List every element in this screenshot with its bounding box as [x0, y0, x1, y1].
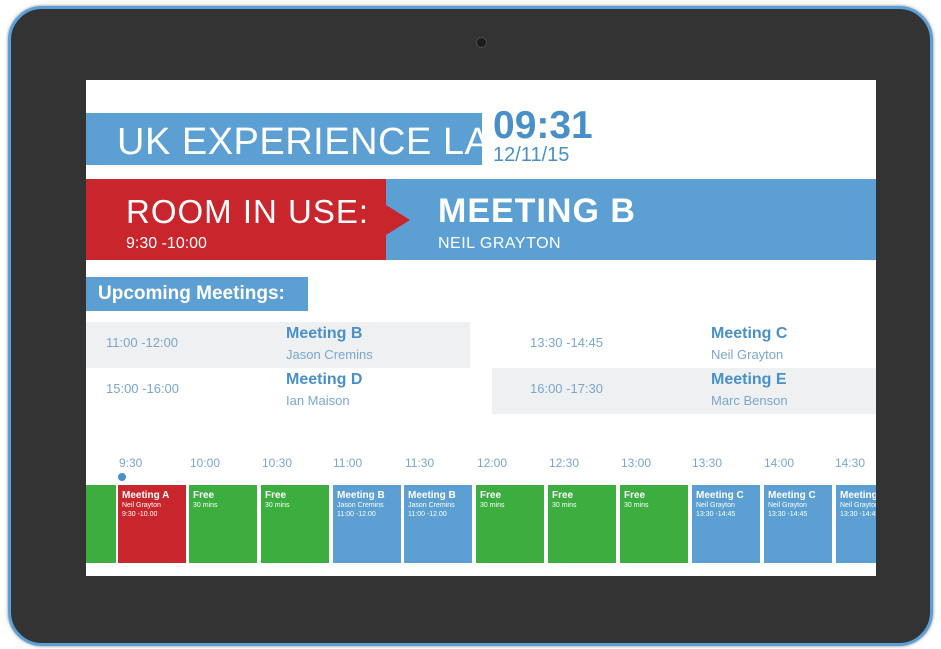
- timeline-block-time: 13:30 -14:45: [768, 511, 808, 518]
- timeline-block-host: Neil Grayton: [840, 502, 876, 509]
- timeline-block-free[interactable]: Free 30 mins: [187, 485, 257, 563]
- upcoming-meeting-time: 11:00 -12:00: [106, 335, 179, 350]
- timeline-block-booked[interactable]: Meeting C Neil Grayton 13:30 -14:45: [762, 485, 832, 563]
- timeline-label: 14:30: [835, 456, 866, 470]
- upcoming-meeting-item[interactable]: 16:00 -17:30 Meeting E Marc Benson: [492, 368, 876, 414]
- upcoming-meeting-time: 13:30 -14:45: [530, 335, 604, 350]
- timeline-block-free[interactable]: Free 30 mins: [618, 485, 688, 563]
- timeline-block-duration: 30 mins: [552, 502, 577, 509]
- upcoming-meeting-title: Meeting E: [711, 371, 787, 388]
- upcoming-meeting-time: 16:00 -17:30: [530, 381, 604, 396]
- timeline-block-host: Neil Grayton: [768, 502, 807, 509]
- timeline-block-time: 9:30 -10.00: [122, 511, 158, 518]
- timeline-block-busy[interactable]: Meeting A Neil Grayton 9:30 -10.00: [116, 485, 186, 563]
- timeline-track: Meeting A Neil Grayton 9:30 -10.00 Free …: [86, 485, 876, 563]
- timeline-label: 11:00: [333, 456, 363, 470]
- timeline-label: 14:00: [764, 456, 795, 470]
- timeline-block-title: Meeting B: [408, 490, 456, 501]
- upcoming-meeting-title: Meeting D: [286, 371, 363, 388]
- timeline-label: 13:30: [692, 456, 723, 470]
- upcoming-meeting-item[interactable]: 13:30 -14:45 Meeting C Neil Grayton: [492, 322, 876, 368]
- upcoming-meeting-item[interactable]: 11:00 -12:00 Meeting B Jason Cremins: [86, 322, 470, 368]
- timeline-block-free[interactable]: Free 30 mins: [546, 485, 616, 563]
- timeline-block-title: Free: [193, 490, 215, 501]
- timeline-block-title: Meeting B: [337, 490, 385, 501]
- camera-icon: [476, 37, 487, 48]
- timeline-label: 12:00: [477, 456, 508, 470]
- timeline-block-title: Free: [624, 490, 646, 501]
- room-display-screen: UK EXPERIENCE LAB 09:31 12/11/15 ROOM IN…: [86, 80, 876, 576]
- current-meeting-name: MEETING B: [438, 192, 636, 230]
- current-meeting-host: NEIL GRAYTON: [438, 235, 562, 252]
- timeline-block-time: 13:30 -14:45: [840, 511, 876, 518]
- upcoming-meeting-host: Jason Cremins: [286, 347, 373, 362]
- timeline-label: 10:00: [190, 456, 221, 470]
- timeline-block-free[interactable]: Free 30 mins: [259, 485, 329, 563]
- timeline-block-host: Neil Grayton: [696, 502, 735, 509]
- room-status-time: 9:30 -10:00: [126, 235, 207, 252]
- upcoming-meeting-host: Ian Maison: [286, 393, 350, 408]
- status-arrow-icon: [386, 205, 410, 235]
- timeline-block-time: 11:00 -12.00: [408, 511, 447, 518]
- current-date: 12/11/15: [493, 144, 570, 166]
- timeline-block-host: Jason Cremins: [408, 502, 455, 509]
- timeline-block-title: Meeting C: [696, 490, 744, 501]
- upcoming-meeting-title: Meeting B: [286, 325, 363, 342]
- timeline-label: 12:30: [549, 456, 580, 470]
- page-title: UK EXPERIENCE LAB: [117, 121, 517, 163]
- timeline-block-duration: 30 mins: [480, 502, 505, 509]
- timeline-label: 10:30: [262, 456, 293, 470]
- upcoming-meeting-item[interactable]: 15:00 -16:00 Meeting D Ian Maison: [86, 368, 470, 414]
- upcoming-meeting-title: Meeting C: [711, 325, 788, 342]
- timeline-block-booked[interactable]: Meeting C Neil Grayton 13:30 -14:45: [834, 485, 876, 563]
- timeline-block-title: Free: [552, 490, 574, 501]
- timeline-label: 9:30: [119, 456, 143, 470]
- timeline-block-free[interactable]: [86, 485, 116, 563]
- upcoming-meeting-host: Neil Grayton: [711, 347, 784, 362]
- timeline-block-host: Jason Cremins: [337, 502, 384, 509]
- current-time: 09:31: [493, 104, 593, 147]
- timeline-block-time: 13:30 -14:45: [696, 511, 736, 518]
- timeline-block-title: Meeting A: [122, 490, 170, 501]
- upcoming-meetings-heading: Upcoming Meetings:: [86, 277, 308, 311]
- timeline-block-duration: 30 mins: [265, 502, 290, 509]
- timeline-block-booked[interactable]: Meeting B Jason Cremins 11:00 -12.00: [402, 485, 472, 563]
- timeline-block-booked[interactable]: Meeting B Jason Cremins 11:00 -12.00: [331, 485, 401, 563]
- timeline-block-title: Meeting C: [840, 490, 876, 501]
- current-time-marker: [118, 473, 126, 481]
- timeline-block-host: Neil Grayton: [122, 502, 161, 509]
- timeline-label: 11:30: [405, 456, 435, 470]
- timeline-block-title: Meeting C: [768, 490, 816, 501]
- upcoming-meeting-time: 15:00 -16:00: [106, 381, 180, 396]
- upcoming-meeting-host: Marc Benson: [711, 393, 788, 408]
- timeline-block-booked[interactable]: Meeting C Neil Grayton 13:30 -14:45: [690, 485, 760, 563]
- timeline-block-time: 11:00 -12.00: [337, 511, 376, 518]
- timeline-label: 13:00: [621, 456, 652, 470]
- timeline-block-duration: 30 mins: [624, 502, 649, 509]
- timeline-block-title: Free: [480, 490, 502, 501]
- timeline-block-title: Free: [265, 490, 287, 501]
- timeline-block-duration: 30 mins: [193, 502, 218, 509]
- timeline-block-free[interactable]: Free 30 mins: [474, 485, 544, 563]
- room-status-label: ROOM IN USE:: [126, 193, 370, 230]
